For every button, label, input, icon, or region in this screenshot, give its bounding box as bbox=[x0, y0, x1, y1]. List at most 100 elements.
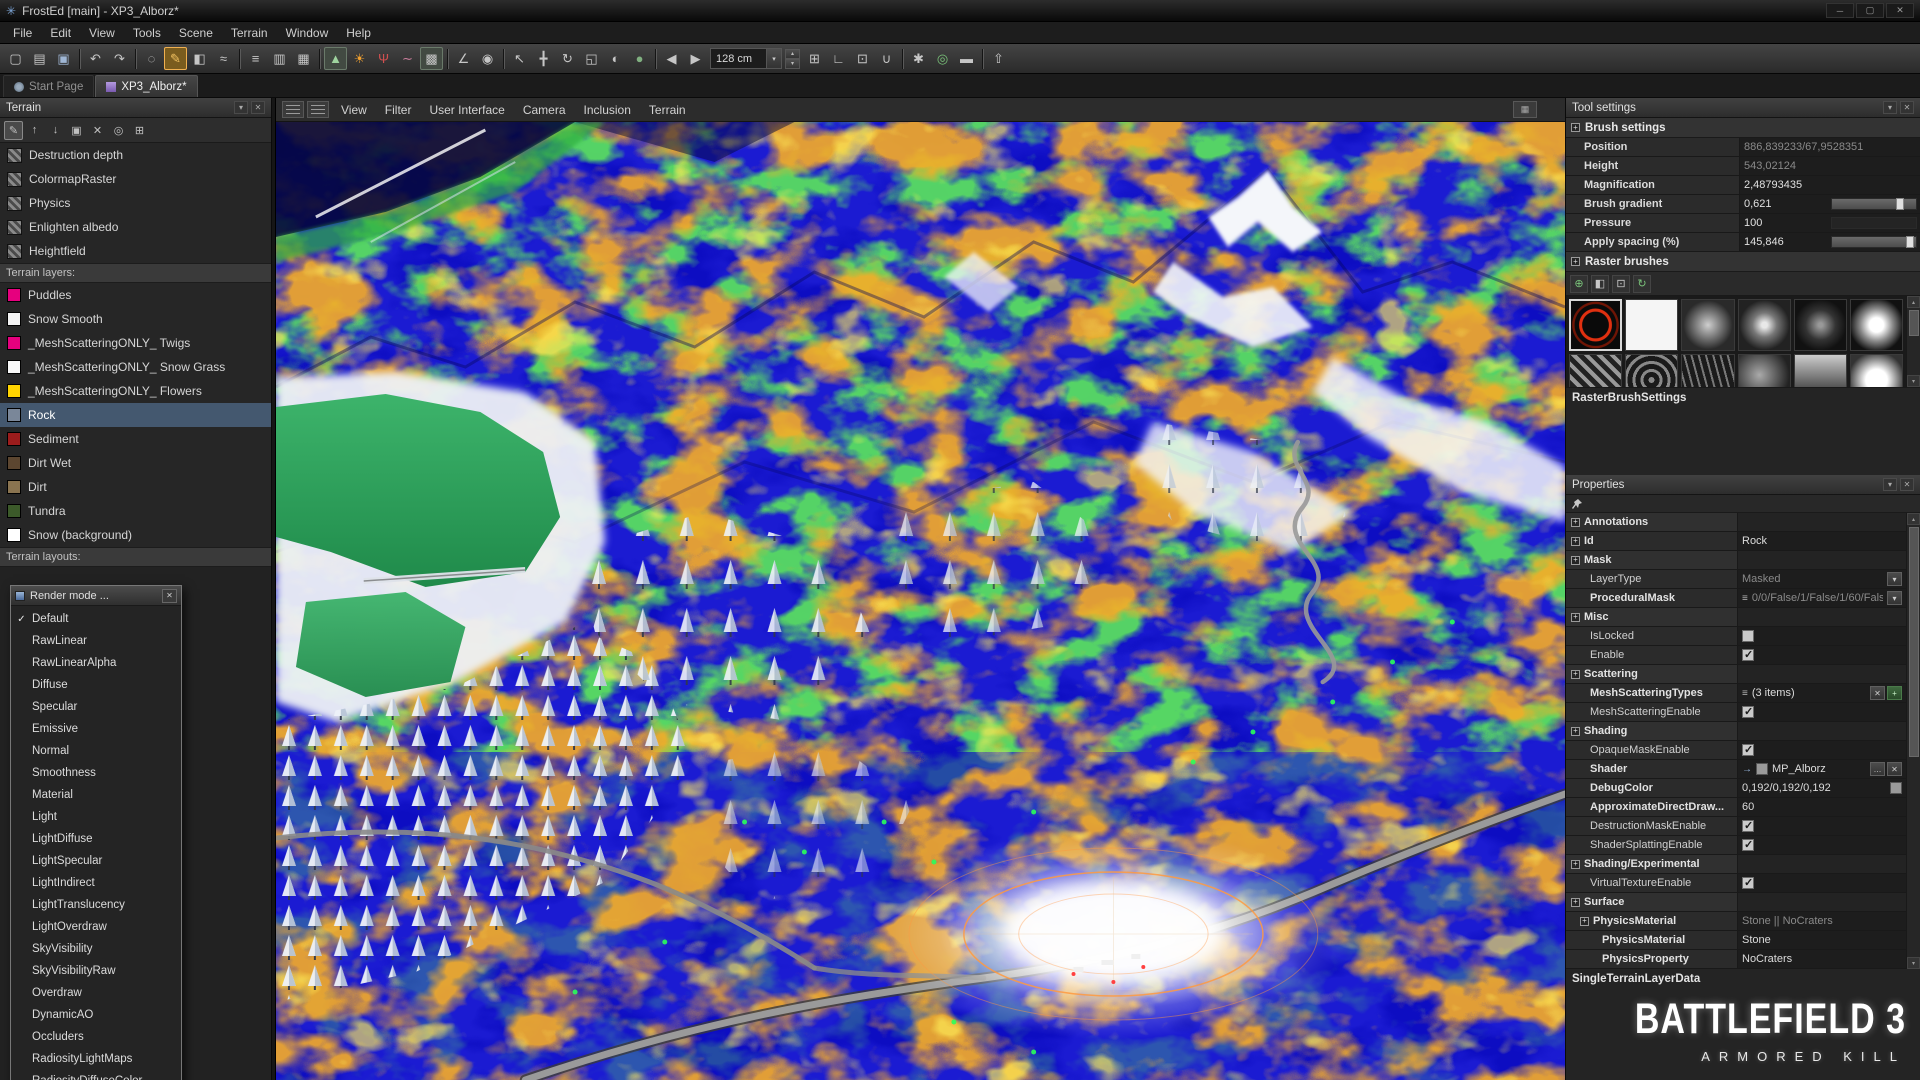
expander-icon[interactable] bbox=[1571, 898, 1580, 907]
delete-layer-icon[interactable]: ✕ bbox=[88, 121, 107, 140]
slider-handle[interactable] bbox=[1906, 236, 1914, 248]
viewport-menu-item[interactable]: Terrain bbox=[640, 103, 695, 117]
expander-icon[interactable] bbox=[1571, 537, 1580, 546]
terrain-layer-row[interactable]: Puddles bbox=[0, 283, 271, 307]
render-mode-option[interactable]: Occluders bbox=[11, 1026, 181, 1048]
layer-brush-icon[interactable]: ✎ bbox=[4, 121, 23, 140]
brush-fade[interactable] bbox=[1794, 354, 1847, 388]
close-icon[interactable]: ✕ bbox=[1900, 478, 1914, 491]
magnet-icon[interactable]: ∪ bbox=[875, 47, 898, 70]
chevron-down-icon[interactable]: ▾ bbox=[766, 49, 781, 68]
render-mode-option[interactable]: Light bbox=[11, 806, 181, 828]
brush-soft[interactable] bbox=[1681, 299, 1734, 351]
menu-item[interactable]: Tools bbox=[124, 23, 170, 43]
brush-rings2[interactable] bbox=[1625, 354, 1678, 388]
eyedropper-icon[interactable]: ◎ bbox=[109, 121, 128, 140]
pin-icon[interactable]: ▾ bbox=[1883, 478, 1897, 491]
render-mode-option[interactable]: DynamicAO bbox=[11, 1004, 181, 1026]
menu-item[interactable]: Window bbox=[277, 23, 338, 43]
forward-icon[interactable]: ▶ bbox=[684, 47, 707, 70]
render-mode-option[interactable]: RadiosityDiffuseColor bbox=[11, 1070, 181, 1080]
render-mode-option[interactable]: LightDiffuse bbox=[11, 828, 181, 850]
render-mode-option[interactable]: Normal bbox=[11, 740, 181, 762]
render-mode-option[interactable]: RawLinear bbox=[11, 630, 181, 652]
brush-glow[interactable] bbox=[1850, 354, 1903, 388]
menu-item[interactable]: File bbox=[4, 23, 41, 43]
spinner-up-icon[interactable]: ▴ bbox=[785, 49, 800, 59]
tab-start-page[interactable]: Start Page bbox=[3, 75, 94, 97]
physics-icon[interactable]: ◐ bbox=[604, 47, 627, 70]
brush-stripes[interactable] bbox=[1569, 354, 1622, 388]
brush-speckle[interactable] bbox=[1794, 299, 1847, 351]
expander-icon[interactable] bbox=[1571, 613, 1580, 622]
move-up-icon[interactable]: ↑ bbox=[25, 121, 44, 140]
move-down-icon[interactable]: ↓ bbox=[46, 121, 65, 140]
grid-view-button[interactable] bbox=[282, 101, 304, 118]
browse-shader-button[interactable]: … bbox=[1870, 762, 1885, 776]
terrain-layer-row[interactable]: Dirt Wet bbox=[0, 451, 271, 475]
brush-ring[interactable] bbox=[1569, 299, 1622, 351]
duplicate-layer-icon[interactable]: ▣ bbox=[67, 121, 86, 140]
save-icon[interactable]: ▣ bbox=[52, 47, 75, 70]
viewport-menu-item[interactable]: Camera bbox=[514, 103, 575, 117]
viewport-menu-item[interactable]: Filter bbox=[376, 103, 421, 117]
render-mode-option[interactable]: Diffuse bbox=[11, 674, 181, 696]
grid-icon[interactable]: ▦ bbox=[292, 47, 315, 70]
viewport-menu-item[interactable]: Inclusion bbox=[575, 103, 640, 117]
menu-item[interactable]: Edit bbox=[41, 23, 80, 43]
remove-item-button[interactable]: ✕ bbox=[1870, 686, 1885, 700]
terrain-layer-row[interactable]: Snow (background) bbox=[0, 523, 271, 547]
render-mode-option[interactable]: Smoothness bbox=[11, 762, 181, 784]
dropdown-button[interactable]: ▾ bbox=[1887, 572, 1902, 586]
render-mode-option[interactable]: LightSpecular bbox=[11, 850, 181, 872]
asset-search-icon[interactable]: ◎ bbox=[931, 47, 954, 70]
expander-icon[interactable] bbox=[1571, 670, 1580, 679]
terrain-layer-row[interactable]: _MeshScatteringONLY_ Twigs bbox=[0, 331, 271, 355]
terrain-raster-item[interactable]: Destruction depth bbox=[0, 143, 271, 167]
pressure-slider[interactable] bbox=[1831, 217, 1917, 229]
render-mode-option[interactable]: LightIndirect bbox=[11, 872, 181, 894]
close-icon[interactable]: ✕ bbox=[1900, 101, 1914, 114]
tools-icon[interactable]: ✱ bbox=[907, 47, 930, 70]
fill-tool-icon[interactable]: ◧ bbox=[188, 47, 211, 70]
render-mode-option[interactable]: SkyVisibility bbox=[11, 938, 181, 960]
terrain-layer-row[interactable]: Tundra bbox=[0, 499, 271, 523]
scroll-down-icon[interactable]: ▾ bbox=[1907, 375, 1920, 387]
sun-icon[interactable]: ☀ bbox=[348, 47, 371, 70]
back-icon[interactable]: ◀ bbox=[660, 47, 683, 70]
brush-smoke[interactable] bbox=[1738, 354, 1791, 388]
add-item-button[interactable]: + bbox=[1887, 686, 1902, 700]
pin-icon[interactable]: ▾ bbox=[1883, 101, 1897, 114]
checkbox[interactable] bbox=[1742, 839, 1754, 851]
brush-feather[interactable] bbox=[1850, 299, 1903, 351]
checkbox[interactable] bbox=[1742, 630, 1754, 642]
color-preview[interactable] bbox=[1890, 782, 1902, 794]
apply-spacing-slider[interactable] bbox=[1831, 236, 1917, 248]
open-icon[interactable]: ▤ bbox=[28, 47, 51, 70]
expander-icon[interactable] bbox=[1571, 123, 1580, 132]
scroll-up-icon[interactable]: ▴ bbox=[1907, 296, 1920, 308]
render-mode-option[interactable]: SkyVisibilityRaw bbox=[11, 960, 181, 982]
cursor-icon[interactable]: ↖ bbox=[508, 47, 531, 70]
render-mode-option[interactable]: RawLinearAlpha bbox=[11, 652, 181, 674]
terrain-raster-item[interactable]: Heightfield bbox=[0, 239, 271, 263]
terrain-layer-row[interactable]: Sediment bbox=[0, 427, 271, 451]
viewport-menu-item[interactable]: View bbox=[332, 103, 376, 117]
outliner-icon[interactable]: ▥ bbox=[268, 47, 291, 70]
expander-icon[interactable] bbox=[1571, 518, 1580, 527]
decal-tool-icon[interactable]: ▩ bbox=[420, 47, 443, 70]
publish-icon[interactable]: ⇧ bbox=[987, 47, 1010, 70]
render-mode-option[interactable]: Emissive bbox=[11, 718, 181, 740]
terrain-layer-row[interactable]: _MeshScatteringONLY_ Flowers bbox=[0, 379, 271, 403]
foliage-tool-icon[interactable]: Ψ bbox=[372, 47, 395, 70]
menu-item[interactable]: Help bbox=[337, 23, 380, 43]
invert-brush-icon[interactable]: ◧ bbox=[1591, 275, 1609, 293]
close-button[interactable]: ✕ bbox=[1886, 3, 1914, 18]
terrain-raster-item[interactable]: ColormapRaster bbox=[0, 167, 271, 191]
checkbox[interactable] bbox=[1742, 649, 1754, 661]
render-mode-popup-titlebar[interactable]: Render mode ... ✕ bbox=[11, 586, 181, 606]
render-mode-option[interactable]: Overdraw bbox=[11, 982, 181, 1004]
expander-icon[interactable] bbox=[1571, 556, 1580, 565]
spline-tool-icon[interactable]: ∼ bbox=[396, 47, 419, 70]
reload-brushes-icon[interactable]: ↻ bbox=[1633, 275, 1651, 293]
